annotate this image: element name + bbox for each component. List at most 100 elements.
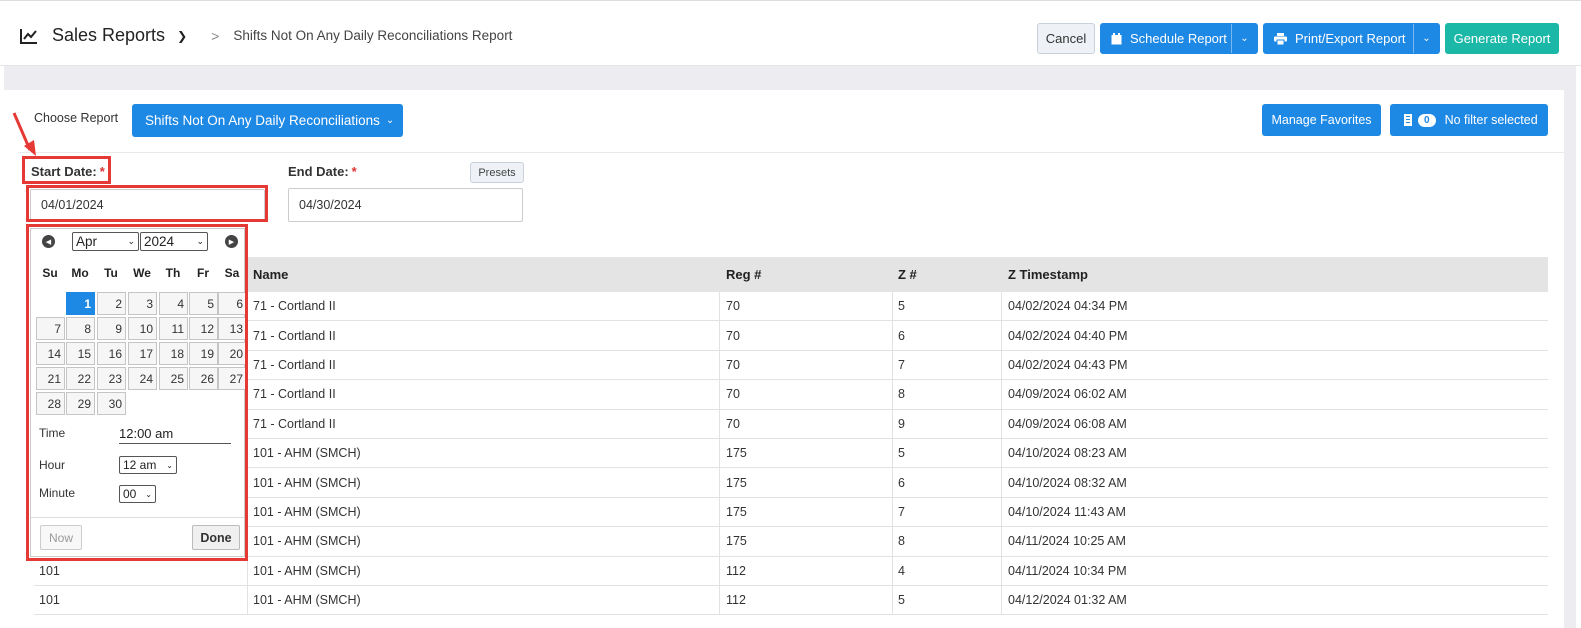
schedule-dropdown-toggle[interactable]: ⌄ bbox=[1231, 24, 1257, 53]
row-cell-name: 101 - AHM (SMCH) bbox=[248, 585, 720, 615]
filter-count-badge: 0 bbox=[1418, 113, 1436, 127]
print-export-button[interactable]: Print/Export Report ⌄ bbox=[1263, 23, 1440, 54]
table-row[interactable]: 71 - Cortland II 70 9 04/09/2024 06:08 AM bbox=[34, 409, 1548, 439]
row-cell-name: 101 - AHM (SMCH) bbox=[248, 527, 720, 556]
schedule-report-label: Schedule Report bbox=[1130, 31, 1227, 46]
row-cell-timestamp: 04/10/2024 11:43 AM bbox=[1008, 504, 1126, 519]
highlight-box-datepicker bbox=[26, 224, 248, 561]
table-body: 71 - Cortland II 70 5 04/02/2024 04:34 PM 71… bbox=[34, 292, 1548, 616]
end-date-label-text: End Date: bbox=[288, 164, 349, 179]
row-cell-reg: 175 bbox=[720, 468, 893, 497]
row-cell-reg: 175 bbox=[720, 497, 893, 527]
app-title[interactable]: Sales Reports bbox=[52, 25, 165, 46]
filter-status-label: No filter selected bbox=[1444, 113, 1538, 127]
row-cell-z: 9 bbox=[893, 409, 1002, 438]
row-cell-reg: 112 bbox=[720, 585, 893, 615]
chevron-down-icon[interactable]: ❯ bbox=[177, 29, 187, 43]
top-header: Sales Reports ❯ > Shifts Not On Any Dail… bbox=[0, 0, 1581, 66]
row-cell-z: 5 bbox=[893, 438, 1002, 468]
row-cell-name: 101 - AHM (SMCH) bbox=[248, 438, 720, 468]
end-date-input[interactable]: 04/30/2024 bbox=[288, 188, 523, 222]
row-cell-name: 101 - AHM (SMCH) bbox=[248, 468, 720, 497]
manage-favorites-button[interactable]: Manage Favorites bbox=[1262, 104, 1381, 136]
row-cell-timestamp: 04/09/2024 06:08 AM bbox=[1008, 416, 1127, 431]
required-marker: * bbox=[351, 164, 357, 179]
table-row[interactable]: 71 - Cortland II 70 7 04/02/2024 04:43 PM bbox=[34, 350, 1548, 381]
table-row[interactable]: 101 101 - AHM (SMCH) 112 5 04/12/2024 01:32 … bbox=[34, 585, 1548, 616]
row-cell-z: 7 bbox=[893, 350, 1002, 380]
row-cell-timestamp: 04/09/2024 06:02 AM bbox=[1008, 387, 1127, 402]
chevron-down-icon: ⌄ bbox=[1422, 33, 1431, 44]
title-area: Sales Reports ❯ > Shifts Not On Any Dail… bbox=[20, 25, 512, 46]
row-cell-reg: 70 bbox=[720, 350, 893, 380]
row-cell-reg: 70 bbox=[720, 409, 893, 438]
row-cell-name: 71 - Cortland II bbox=[248, 409, 720, 438]
row-cell-z: 5 bbox=[893, 292, 1002, 321]
row-cell-timestamp: 04/10/2024 08:32 AM bbox=[1008, 475, 1127, 490]
filter-list-icon bbox=[1404, 114, 1412, 126]
row-cell-z: 4 bbox=[893, 556, 1002, 585]
annotation-arrow-icon bbox=[12, 112, 36, 156]
column-header[interactable]: Z Timestamp bbox=[1002, 257, 1548, 292]
row-cell-timestamp: 04/11/2024 10:34 PM bbox=[1008, 563, 1127, 578]
divider bbox=[18, 152, 1564, 153]
report-select-dropdown[interactable]: Shifts Not On Any Daily Reconciliations … bbox=[132, 104, 403, 137]
row-cell-z: 8 bbox=[893, 380, 1002, 409]
breadcrumb: Shifts Not On Any Daily Reconciliations … bbox=[233, 28, 513, 43]
presets-button[interactable]: Presets bbox=[470, 162, 524, 183]
cancel-button[interactable]: Cancel bbox=[1037, 23, 1095, 54]
print-export-label: Print/Export Report bbox=[1295, 31, 1406, 46]
row-cell-timestamp: 04/10/2024 08:23 AM bbox=[1008, 446, 1127, 461]
row-cell-name: 71 - Cortland II bbox=[248, 380, 720, 409]
end-date-label: End Date: * bbox=[288, 164, 357, 179]
line-chart-icon bbox=[20, 28, 37, 44]
choose-report-label: Choose Report bbox=[34, 111, 119, 125]
right-gutter bbox=[1564, 90, 1576, 628]
chevron-down-icon: ⌄ bbox=[1240, 33, 1249, 44]
row-cell-site: 101 bbox=[34, 585, 248, 615]
breadcrumb-separator-icon: > bbox=[211, 27, 220, 44]
row-cell-z: 6 bbox=[893, 468, 1002, 497]
column-header[interactable]: Reg # bbox=[720, 257, 893, 292]
column-header[interactable]: Name bbox=[248, 257, 720, 292]
row-cell-timestamp: 04/02/2024 04:43 PM bbox=[1008, 357, 1128, 372]
column-header[interactable]: Z # bbox=[893, 257, 1002, 292]
row-cell-name: 71 - Cortland II bbox=[248, 321, 720, 350]
row-cell-z: 5 bbox=[893, 585, 1002, 615]
table-row[interactable]: 101 - AHM (SMCH) 175 8 04/11/2024 10:25 AM bbox=[34, 527, 1548, 557]
schedule-report-button[interactable]: Schedule Report ⌄ bbox=[1100, 23, 1258, 54]
table-row[interactable]: 71 - Cortland II 70 8 04/09/2024 06:02 AM bbox=[34, 380, 1548, 410]
row-cell-reg: 112 bbox=[720, 556, 893, 585]
highlight-box-start-input bbox=[26, 185, 268, 222]
row-cell-name: 101 - AHM (SMCH) bbox=[248, 556, 720, 585]
row-cell-reg: 175 bbox=[720, 438, 893, 468]
row-cell-z: 8 bbox=[893, 527, 1002, 556]
header-band bbox=[4, 66, 1576, 90]
row-cell-z: 6 bbox=[893, 321, 1002, 350]
report-select-value: Shifts Not On Any Daily Reconciliations bbox=[145, 113, 380, 128]
row-cell-reg: 70 bbox=[720, 292, 893, 321]
table-row[interactable]: 101 - AHM (SMCH) 175 7 04/10/2024 11:43 AM bbox=[34, 497, 1548, 528]
chevron-down-icon: ⌄ bbox=[385, 115, 395, 126]
results-table: Name Reg # Z # Z Timestamp 71 - Cortland… bbox=[34, 257, 1548, 616]
row-cell-timestamp: 04/12/2024 01:32 AM bbox=[1008, 593, 1127, 608]
row-cell-name: 71 - Cortland II bbox=[248, 292, 720, 321]
row-cell-timestamp: 04/02/2024 04:34 PM bbox=[1008, 299, 1128, 314]
table-row[interactable]: 101 101 - AHM (SMCH) 112 4 04/11/2024 10:34 … bbox=[34, 556, 1548, 586]
table-header: Name Reg # Z # Z Timestamp bbox=[34, 257, 1548, 292]
printer-icon bbox=[1274, 32, 1287, 45]
row-cell-z: 7 bbox=[893, 497, 1002, 527]
row-cell-name: 101 - AHM (SMCH) bbox=[248, 497, 720, 527]
highlight-box-start-label bbox=[22, 156, 111, 184]
table-row[interactable]: 71 - Cortland II 70 5 04/02/2024 04:34 PM bbox=[34, 292, 1548, 322]
row-cell-timestamp: 04/02/2024 04:40 PM bbox=[1008, 328, 1128, 343]
table-row[interactable]: 101 - AHM (SMCH) 175 6 04/10/2024 08:32 AM bbox=[34, 468, 1548, 498]
calendar-icon bbox=[1111, 32, 1122, 44]
row-cell-reg: 70 bbox=[720, 321, 893, 350]
print-dropdown-toggle[interactable]: ⌄ bbox=[1413, 24, 1439, 53]
table-row[interactable]: 71 - Cortland II 70 6 04/02/2024 04:40 PM bbox=[34, 321, 1548, 351]
row-cell-name: 71 - Cortland II bbox=[248, 350, 720, 380]
generate-report-button[interactable]: Generate Report bbox=[1445, 23, 1559, 54]
filter-button[interactable]: 0 No filter selected bbox=[1390, 104, 1548, 136]
table-row[interactable]: 101 - AHM (SMCH) 175 5 04/10/2024 08:23 AM bbox=[34, 438, 1548, 469]
